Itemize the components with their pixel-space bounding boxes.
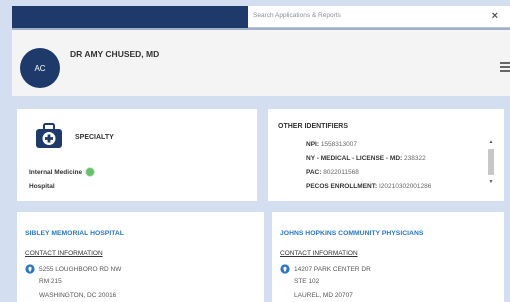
- identifiers-list: NPI: 1558313007 NY - MEDICAL - LICENSE -…: [306, 141, 476, 195]
- identifier-key: NY - MEDICAL - LICENSE - MD:: [306, 155, 403, 162]
- contact-information-heading: CONTACT INFORMATION: [25, 250, 103, 257]
- app-header-bar: [12, 6, 248, 28]
- scroll-down-arrow-icon[interactable]: ▼: [488, 179, 494, 185]
- identifier-row: PECOS ENROLLMENT: I20210302001286: [306, 183, 476, 195]
- hamburger-menu-icon[interactable]: [500, 62, 510, 72]
- medical-bag-icon: [36, 123, 62, 148]
- location-title[interactable]: JOHNS HOPKINS COMMUNITY PHYSICIANS: [280, 230, 423, 237]
- specialty-card: SPECIALTY Internal Medicine Hospital: [17, 109, 257, 201]
- address-row: 14207 PARK CENTER DR: [280, 264, 371, 274]
- identifier-value: I20210302001286: [378, 183, 432, 190]
- doctor-name: DR AMY CHUSED, MD: [70, 49, 160, 59]
- identifier-value: 8022011568: [323, 169, 359, 176]
- other-identifiers-title: OTHER IDENTIFIERS: [278, 123, 349, 130]
- specialty-hospital: Hospital: [29, 183, 55, 190]
- verified-badge-icon: [85, 167, 96, 177]
- sibley-location-card: SIBLEY MEMORIAL HOSPITAL CONTACT INFORMA…: [17, 212, 264, 302]
- address-row: 5255 LOUGHBORO RD NW: [25, 264, 121, 274]
- address-line-3: LAUREL, MD 20707: [294, 292, 353, 299]
- other-identifiers-card: OTHER IDENTIFIERS NPI: 1558313007 NY - M…: [268, 109, 504, 201]
- location-pin-icon: [280, 264, 290, 274]
- scroll-thumb[interactable]: [488, 149, 494, 175]
- top-bar: Search Applications & Reports ×: [0, 0, 510, 28]
- specialty-label: SPECIALTY: [75, 134, 114, 141]
- specialty-value-text: Internal Medicine: [29, 168, 83, 176]
- identifier-row: PAC: 8022011568: [306, 169, 476, 183]
- jhcp-location-card: JOHNS HOPKINS COMMUNITY PHYSICIANS CONTA…: [272, 212, 504, 302]
- profile-header: AC DR AMY CHUSED, MD: [12, 28, 510, 96]
- search-input[interactable]: Search Applications & Reports ×: [248, 6, 510, 28]
- identifiers-scrollbar[interactable]: ▲ ▼: [488, 139, 494, 195]
- identifier-key: NPI:: [306, 141, 319, 148]
- identifier-key: PECOS ENROLLMENT:: [306, 183, 378, 190]
- close-icon[interactable]: ×: [492, 10, 498, 22]
- address-line-1: 14207 PARK CENTER DR: [294, 265, 371, 273]
- address-line-3: WASHINGTON, DC 20016: [39, 292, 117, 299]
- search-placeholder: Search Applications & Reports: [253, 12, 341, 19]
- identifier-row: NY - MEDICAL - LICENSE - MD: 238322: [306, 155, 476, 169]
- specialty-internal-medicine: Internal Medicine: [29, 167, 96, 177]
- address-line-2: STE 102: [294, 278, 320, 285]
- identifier-value: 1558313007: [320, 141, 357, 148]
- identifier-row: NPI: 1558313007: [306, 141, 476, 155]
- address-line-1: 5255 LOUGHBORO RD NW: [39, 265, 122, 273]
- avatar: AC: [20, 48, 60, 88]
- location-title[interactable]: SIBLEY MEMORIAL HOSPITAL: [25, 230, 124, 237]
- identifier-key: PAC:: [306, 169, 322, 176]
- location-pin-icon: [25, 264, 35, 274]
- contact-information-heading: CONTACT INFORMATION: [280, 250, 358, 257]
- address-line-2: RM 215: [39, 278, 62, 285]
- scroll-up-arrow-icon[interactable]: ▲: [488, 139, 494, 145]
- identifier-value: 238322: [404, 155, 426, 162]
